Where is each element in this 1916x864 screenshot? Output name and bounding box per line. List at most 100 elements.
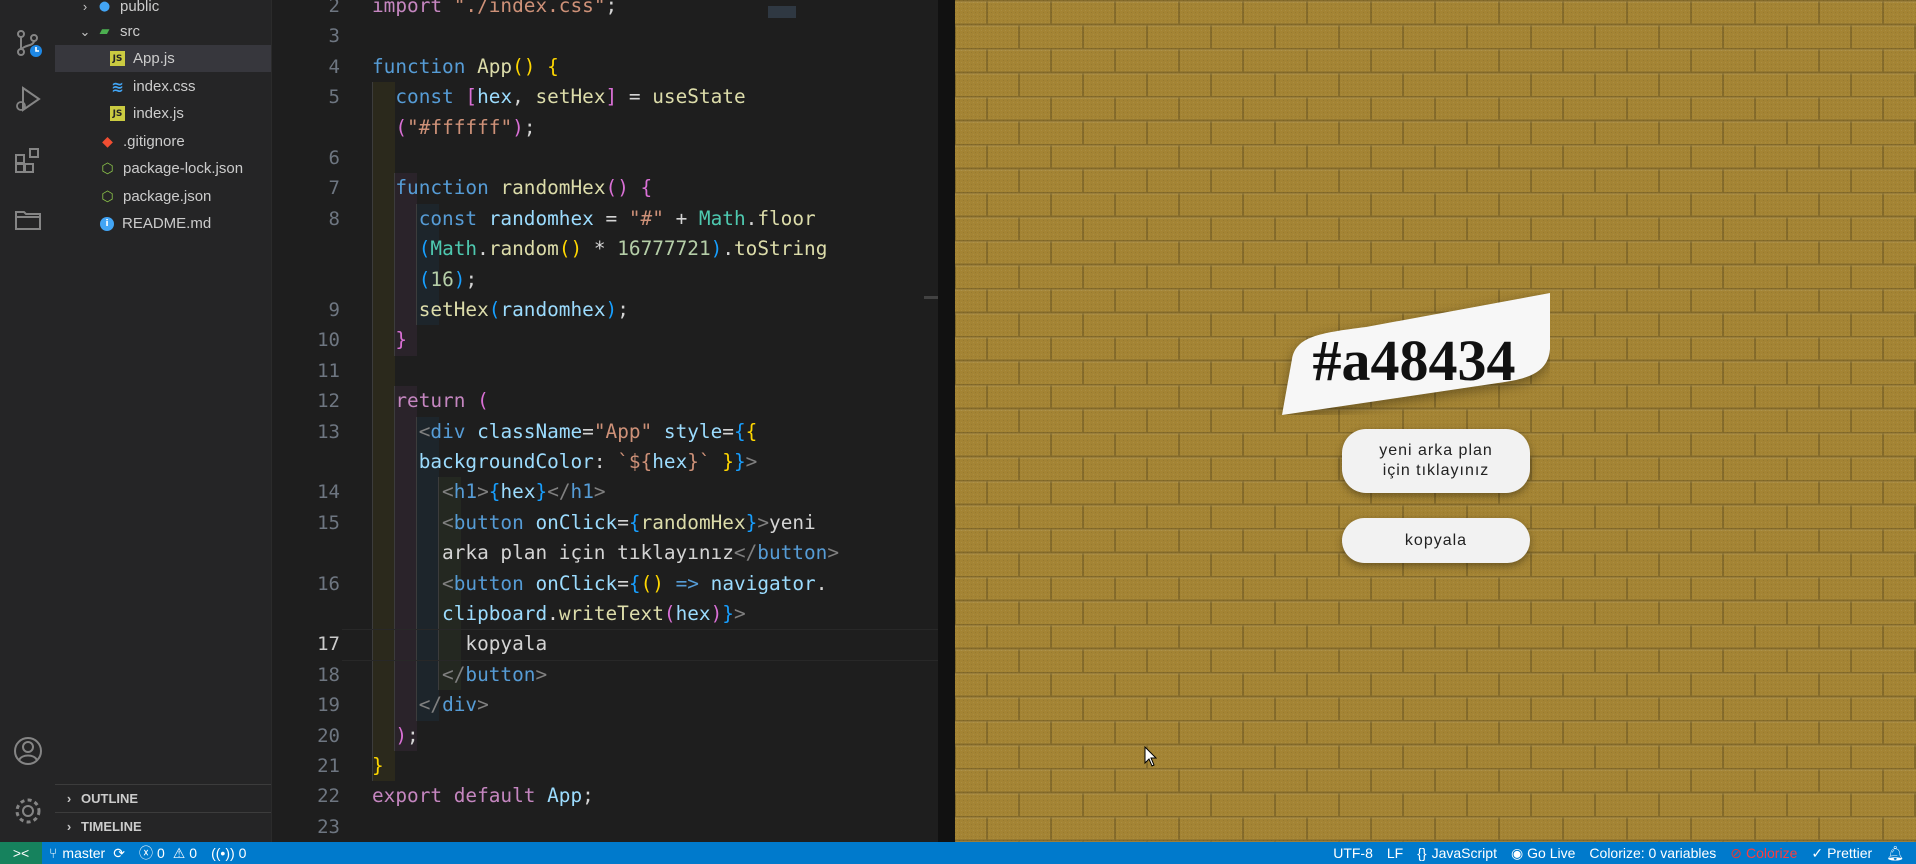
code-line[interactable]: </button> bbox=[372, 660, 547, 690]
code-line[interactable]: } bbox=[372, 751, 384, 781]
source-control-icon[interactable] bbox=[0, 20, 55, 66]
tree-folder-src[interactable]: ⌄ ▰ src bbox=[55, 18, 271, 45]
colorize-button[interactable]: ⊘ Colorize bbox=[1723, 842, 1804, 864]
code-line[interactable]: </div> bbox=[372, 690, 489, 720]
line-number: 11 bbox=[317, 359, 340, 382]
outline-section-header[interactable]: › OUTLINE bbox=[55, 784, 271, 812]
code-token: hex bbox=[477, 85, 513, 109]
code-line[interactable]: kopyala bbox=[372, 629, 547, 659]
language-indicator[interactable]: {} JavaScript bbox=[1410, 842, 1504, 864]
tree-file-index-js[interactable]: JS index.js bbox=[55, 100, 271, 127]
code-token: . bbox=[547, 602, 559, 625]
tree-file-readme[interactable]: i README.md bbox=[55, 210, 271, 237]
minimap[interactable] bbox=[768, 6, 796, 18]
code-line[interactable]: const [hex, setHex] = useState bbox=[372, 82, 745, 112]
encoding-label: UTF-8 bbox=[1333, 845, 1373, 861]
code-token: } bbox=[395, 328, 408, 352]
code-line[interactable]: (16); bbox=[372, 265, 477, 295]
tree-item-label: index.css bbox=[133, 78, 196, 95]
code-line[interactable]: backgroundColor: `${hex}` }}> bbox=[372, 447, 758, 477]
code-token: () { bbox=[605, 176, 653, 200]
code-line[interactable]: <button onClick={randomHex}>yeni bbox=[372, 508, 816, 538]
code-token: : bbox=[593, 450, 618, 473]
tree-file-package-lock[interactable]: ⬡ package-lock.json bbox=[55, 155, 271, 182]
code-token: button bbox=[453, 571, 536, 595]
account-icon[interactable] bbox=[0, 728, 55, 774]
timeline-section-header[interactable]: › TIMELINE bbox=[55, 812, 271, 840]
code-line[interactable]: clipboard.writeText(hex)}> bbox=[372, 599, 746, 629]
bell-icon: 🔔︎ bbox=[1886, 844, 1904, 861]
notifications-button[interactable]: 🔔︎ bbox=[1879, 842, 1916, 864]
code-line[interactable]: function randomHex() { bbox=[372, 173, 652, 203]
code-line[interactable]: function App() { bbox=[372, 52, 559, 82]
code-line[interactable]: import "./index.css"; bbox=[372, 0, 629, 21]
code-token: className bbox=[477, 419, 583, 443]
explorer-icon[interactable] bbox=[0, 196, 55, 242]
tree-file-gitignore[interactable]: ◆ .gitignore bbox=[55, 128, 271, 155]
branch-indicator[interactable]: ⑂ master ⟳ bbox=[42, 842, 132, 864]
line-number: 23 bbox=[317, 815, 340, 838]
warning-icon: ⚠ bbox=[172, 844, 186, 861]
code-line[interactable]: setHex(randomhex); bbox=[372, 295, 629, 325]
code-editor[interactable]: 2 3 4 5 6 7 8 9 10 11 12 13 14 15 16 17 18 19 20 21 22 23 imp… bbox=[272, 0, 938, 842]
code-token: > bbox=[477, 480, 489, 504]
editor-scrollbar[interactable] bbox=[924, 296, 938, 299]
code-line[interactable]: const randomhex = "#" + Math.floor bbox=[372, 204, 816, 234]
code-token: clipboard bbox=[442, 602, 548, 625]
src-folder-icon: ▰ bbox=[99, 24, 110, 39]
code-token: kopyala bbox=[372, 632, 548, 656]
code-token: { bbox=[628, 510, 641, 534]
code-line[interactable]: <div className="App" style={{ bbox=[372, 417, 758, 447]
eol-indicator[interactable]: LF bbox=[1380, 842, 1410, 864]
code-line[interactable]: ); bbox=[372, 721, 418, 751]
code-line[interactable]: <button onClick={() => navigator. bbox=[372, 569, 827, 599]
prettier-indicator[interactable]: ✓ Prettier bbox=[1804, 842, 1879, 864]
line-number: 9 bbox=[328, 299, 340, 321]
code-token: backgroundColor bbox=[418, 450, 594, 473]
code-token: 16777721 bbox=[617, 237, 711, 261]
code-line[interactable]: return ( bbox=[372, 386, 488, 416]
code-token: const bbox=[395, 85, 466, 109]
settings-gear-icon[interactable] bbox=[0, 788, 55, 834]
run-debug-icon[interactable] bbox=[0, 76, 55, 122]
problems-indicator[interactable]: ⓧ 0 ⚠ 0 bbox=[132, 842, 204, 864]
colorize-label: Colorize bbox=[1746, 845, 1798, 861]
code-token: toString bbox=[734, 237, 828, 261]
code-token: arka plan için tıklayınız bbox=[372, 541, 734, 565]
error-count: 0 bbox=[156, 845, 165, 861]
globe-folder-icon: ● bbox=[98, 0, 111, 14]
colorize-variables-indicator[interactable]: Colorize: 0 variables bbox=[1582, 842, 1723, 864]
tree-file-package-json[interactable]: ⬡ package.json bbox=[55, 183, 271, 210]
code-line[interactable]: export default App; bbox=[372, 781, 594, 811]
ports-indicator[interactable]: ((•)) 0 bbox=[204, 842, 253, 864]
browser-preview: #a48434 yeni arka plan için tıklayınız k… bbox=[955, 0, 1916, 864]
new-background-button[interactable]: yeni arka plan için tıklayınız bbox=[1342, 429, 1530, 493]
go-live-button[interactable]: ◉ Go Live bbox=[1504, 842, 1582, 864]
tree-item-label: package-lock.json bbox=[123, 160, 244, 177]
panel-divider[interactable] bbox=[938, 0, 955, 842]
code-token: = bbox=[722, 419, 734, 443]
code-line[interactable]: } bbox=[372, 325, 407, 355]
code-token: () bbox=[558, 237, 583, 261]
remote-indicator[interactable]: >< bbox=[0, 842, 42, 864]
encoding-indicator[interactable]: UTF-8 bbox=[1326, 842, 1380, 864]
remote-icon: >< bbox=[12, 845, 30, 861]
tree-file-index-css[interactable]: ≋ index.css bbox=[55, 73, 271, 100]
copy-button[interactable]: kopyala bbox=[1342, 518, 1530, 563]
code-token: 16 bbox=[430, 267, 454, 291]
tree-file-app-js[interactable]: JS App.js bbox=[55, 45, 271, 72]
info-file-icon: i bbox=[100, 216, 114, 231]
code-line[interactable]: (Math.random() * 16777721).toString bbox=[372, 234, 828, 264]
chevron-right-icon: › bbox=[82, 0, 88, 14]
code-token: ; bbox=[617, 298, 629, 321]
code-line[interactable]: <h1>{hex}</h1> bbox=[372, 477, 606, 507]
npm-file-icon: ⬡ bbox=[101, 188, 114, 205]
code-line[interactable]: arka plan için tıklayınız</button> bbox=[372, 538, 839, 568]
code-token: setHex bbox=[535, 85, 606, 109]
chevron-right-icon: › bbox=[66, 791, 72, 806]
code-line[interactable]: ("#ffffff"); bbox=[372, 113, 535, 143]
extensions-icon[interactable] bbox=[0, 138, 55, 184]
tree-folder-public[interactable]: › ● public bbox=[55, 0, 271, 20]
